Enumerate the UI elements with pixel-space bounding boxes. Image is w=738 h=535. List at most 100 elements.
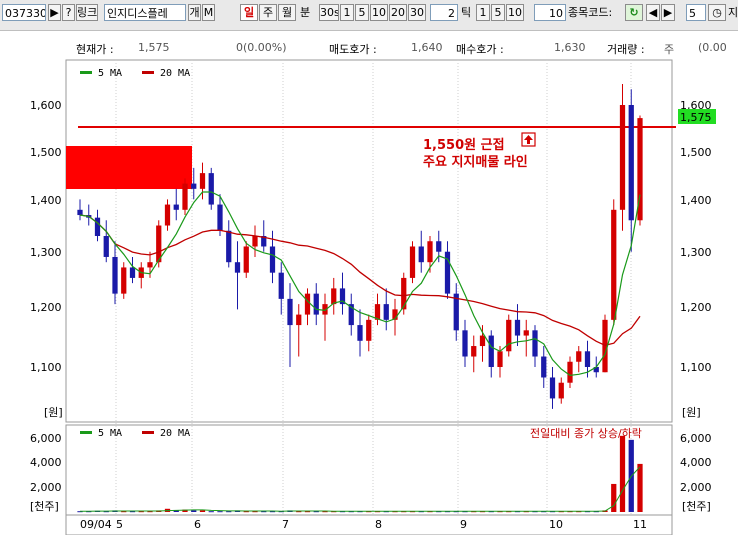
candle-body (287, 298, 293, 326)
candle-body (567, 361, 573, 383)
candle-body (479, 335, 486, 347)
candle-body (313, 293, 319, 315)
candle-body (584, 351, 591, 367)
y-tick-label: 1,200 (30, 301, 62, 314)
y-tick-label-right: 1,500 (680, 146, 712, 159)
x-tick-label: 5 (116, 518, 123, 531)
candle-body (164, 204, 171, 226)
candle-body (549, 377, 556, 399)
candle-body (226, 230, 232, 263)
candle-body (523, 330, 529, 336)
candle-body (269, 246, 276, 273)
volume-bar (217, 511, 223, 513)
candle-body (576, 351, 582, 362)
volume-bar (208, 511, 214, 513)
candle-body (558, 382, 564, 399)
candle-body (427, 241, 433, 263)
vol-ma5-legend: 5 MA (98, 428, 122, 439)
candle-body (121, 267, 127, 294)
candle-body (296, 314, 302, 326)
vol-tick-label: 4,000 (30, 456, 62, 469)
candle-body (191, 183, 197, 189)
candle-body (252, 236, 258, 247)
candle-body (304, 293, 311, 315)
candle-body (112, 256, 118, 294)
candle-body (103, 236, 109, 257)
vol-tick-label-right: 6,000 (680, 432, 712, 445)
x-axis-frame (65, 514, 673, 535)
candle-body (243, 246, 249, 273)
candle-body (374, 304, 381, 320)
candle-body (234, 262, 241, 273)
y-unit-label-right: [원] (682, 406, 701, 419)
candle-body (278, 272, 284, 299)
candle-body (383, 304, 389, 320)
x-tick-label: 7 (282, 518, 289, 531)
candle-body (541, 356, 547, 378)
vol-unit-label-right: [천주] (682, 499, 711, 513)
candle-body (409, 246, 416, 278)
y-tick-label-right: 1,100 (680, 361, 712, 374)
candle-body (77, 209, 83, 216)
y-tick-label: 1,100 (30, 361, 62, 374)
candle-body (199, 173, 206, 189)
vol-tick-label: 6,000 (30, 432, 62, 445)
vol-ma5-legend-swatch (80, 431, 92, 434)
candle-body (611, 209, 617, 320)
x-tick-label: 11 (633, 518, 647, 531)
volume-note: 전일대비 종가 상승/하락 (530, 426, 642, 440)
x-tick-label: 8 (375, 518, 382, 531)
candle-body (208, 173, 214, 205)
candle-body (436, 241, 442, 252)
candle-body (147, 262, 153, 268)
candle-body (488, 335, 494, 367)
ma5-legend: 5 MA (98, 68, 122, 79)
candle-body (401, 277, 407, 310)
candle-body (514, 319, 521, 336)
candle-body (619, 105, 626, 210)
x-tick-label: 9 (460, 518, 467, 531)
candle-body (357, 325, 363, 341)
current-price-tag-text: 1,575 (680, 111, 712, 124)
y-tick-label: 1,400 (30, 194, 62, 207)
volume-bar (619, 435, 626, 512)
ma20-legend: 20 MA (160, 68, 190, 79)
candle-body (471, 346, 477, 357)
x-tick-label: 10 (549, 518, 563, 531)
annotation-line1: 1,550원 근접 (423, 137, 505, 153)
candle-body (331, 288, 337, 305)
candle-body (182, 183, 188, 210)
annotation-line2: 주요 지지매물 라인 (423, 154, 528, 170)
vol-tick-label-right: 4,000 (680, 456, 712, 469)
candle-body (628, 105, 634, 221)
candle-body (462, 330, 468, 357)
candle-body (94, 217, 101, 236)
candle-body (532, 330, 538, 357)
vol-ma20-legend: 20 MA (160, 428, 190, 439)
vol-tick-label-right: 2,000 (680, 481, 712, 494)
candlestick-chart[interactable]: 1,600 1,600 1,500 1,500 1,400 1,400 1,30… (0, 0, 738, 535)
candle-body (217, 204, 223, 231)
vol-tick-label: 2,000 (30, 481, 62, 494)
y-tick-label: 1,500 (30, 146, 62, 159)
x-tick-label: 6 (194, 518, 201, 531)
y-tick-label-right: 1,200 (680, 301, 712, 314)
y-tick-label: 1,600 (30, 99, 62, 112)
candle-body (497, 351, 503, 367)
ma20-legend-swatch (142, 71, 154, 74)
candle-body (418, 246, 424, 263)
candle-body (129, 267, 136, 278)
y-tick-label-right: 1,300 (680, 246, 712, 259)
vol-ma20-legend-swatch (142, 431, 154, 434)
ma5-legend-swatch (80, 71, 92, 74)
y-tick-label: 1,300 (30, 246, 62, 259)
volume-bar (191, 510, 197, 512)
volume-bar (611, 483, 617, 512)
volume-bar (637, 463, 643, 512)
candle-body (366, 319, 372, 341)
resistance-box (66, 146, 192, 189)
x-tick-label: 09/04 (80, 518, 112, 531)
volume-bar (199, 510, 206, 512)
candle-body (506, 319, 512, 352)
y-unit-label: [원] (44, 406, 63, 419)
